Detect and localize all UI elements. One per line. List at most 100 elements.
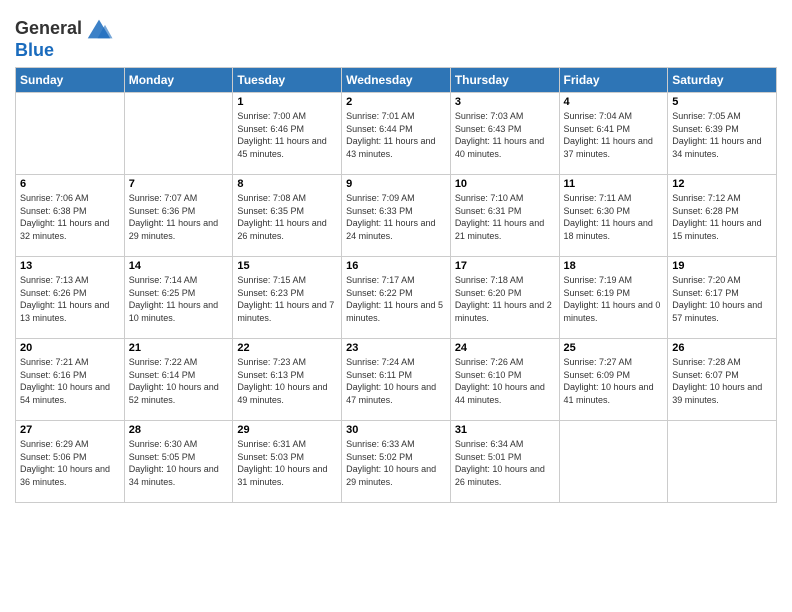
day-info: Sunrise: 7:12 AM Sunset: 6:28 PM Dayligh…	[672, 192, 772, 242]
day-info: Sunrise: 7:04 AM Sunset: 6:41 PM Dayligh…	[564, 110, 664, 160]
day-info: Sunrise: 7:06 AM Sunset: 6:38 PM Dayligh…	[20, 192, 120, 242]
day-number: 5	[672, 96, 772, 108]
header: General Blue	[15, 10, 777, 61]
day-cell	[124, 93, 233, 175]
day-number: 26	[672, 342, 772, 354]
day-info: Sunrise: 7:07 AM Sunset: 6:36 PM Dayligh…	[129, 192, 229, 242]
day-info: Sunrise: 7:13 AM Sunset: 6:26 PM Dayligh…	[20, 274, 120, 324]
day-cell: 27Sunrise: 6:29 AM Sunset: 5:06 PM Dayli…	[16, 421, 125, 503]
day-cell: 13 Sunrise: 7:13 AM Sunset: 6:26 PM Dayli…	[16, 257, 125, 339]
header-row: SundayMondayTuesdayWednesdayThursdayFrid…	[16, 68, 777, 93]
day-cell: 11Sunrise: 7:11 AM Sunset: 6:30 PM Dayli…	[559, 175, 668, 257]
day-cell: 8Sunrise: 7:08 AM Sunset: 6:35 PM Daylig…	[233, 175, 342, 257]
day-cell: 30 Sunrise: 6:33 AM Sunset: 5:02 PM Dayli…	[342, 421, 451, 503]
day-number: 30	[346, 424, 446, 436]
day-number: 2	[346, 96, 446, 108]
week-row-2: 6 Sunrise: 7:06 AM Sunset: 6:38 PM Daylig…	[16, 175, 777, 257]
header-cell-wednesday: Wednesday	[342, 68, 451, 93]
day-cell: 19 Sunrise: 7:20 AM Sunset: 6:17 PM Dayli…	[668, 257, 777, 339]
day-number: 25	[564, 342, 664, 354]
day-cell: 24Sunrise: 7:26 AM Sunset: 6:10 PM Dayli…	[450, 339, 559, 421]
day-cell: 9 Sunrise: 7:09 AM Sunset: 6:33 PM Daylig…	[342, 175, 451, 257]
day-info: Sunrise: 7:20 AM Sunset: 6:17 PM Dayligh…	[672, 274, 772, 324]
logo-text-general: General	[15, 19, 82, 39]
day-info: Sunrise: 6:31 AM Sunset: 5:03 PM Dayligh…	[237, 438, 337, 488]
day-info: Sunrise: 7:24 AM Sunset: 6:11 PM Dayligh…	[346, 356, 446, 406]
day-number: 18	[564, 260, 664, 272]
day-number: 1	[237, 96, 337, 108]
day-number: 17	[455, 260, 555, 272]
day-info: Sunrise: 7:15 AM Sunset: 6:23 PM Dayligh…	[237, 274, 337, 324]
day-number: 28	[129, 424, 229, 436]
day-info: Sunrise: 7:28 AM Sunset: 6:07 PM Dayligh…	[672, 356, 772, 406]
day-number: 10	[455, 178, 555, 190]
calendar-table: SundayMondayTuesdayWednesdayThursdayFrid…	[15, 67, 777, 503]
day-number: 15	[237, 260, 337, 272]
day-info: Sunrise: 7:03 AM Sunset: 6:43 PM Dayligh…	[455, 110, 555, 160]
day-cell: 28 Sunrise: 6:30 AM Sunset: 5:05 PM Dayli…	[124, 421, 233, 503]
day-cell: 26 Sunrise: 7:28 AM Sunset: 6:07 PM Dayli…	[668, 339, 777, 421]
day-info: Sunrise: 6:33 AM Sunset: 5:02 PM Dayligh…	[346, 438, 446, 488]
header-cell-thursday: Thursday	[450, 68, 559, 93]
day-cell: 1 Sunrise: 7:00 AM Sunset: 6:46 PM Daylig…	[233, 93, 342, 175]
day-info: Sunrise: 7:10 AM Sunset: 6:31 PM Dayligh…	[455, 192, 555, 242]
day-info: Sunrise: 7:01 AM Sunset: 6:44 PM Dayligh…	[346, 110, 446, 160]
day-cell: 22 Sunrise: 7:23 AM Sunset: 6:13 PM Dayli…	[233, 339, 342, 421]
day-cell: 3 Sunrise: 7:03 AM Sunset: 6:43 PM Daylig…	[450, 93, 559, 175]
day-number: 13	[20, 260, 120, 272]
day-number: 21	[129, 342, 229, 354]
header-cell-friday: Friday	[559, 68, 668, 93]
week-row-5: 27Sunrise: 6:29 AM Sunset: 5:06 PM Dayli…	[16, 421, 777, 503]
day-info: Sunrise: 7:05 AM Sunset: 6:39 PM Dayligh…	[672, 110, 772, 160]
week-row-1: 1 Sunrise: 7:00 AM Sunset: 6:46 PM Daylig…	[16, 93, 777, 175]
day-number: 19	[672, 260, 772, 272]
day-number: 3	[455, 96, 555, 108]
day-info: Sunrise: 7:23 AM Sunset: 6:13 PM Dayligh…	[237, 356, 337, 406]
day-number: 16	[346, 260, 446, 272]
day-number: 22	[237, 342, 337, 354]
day-cell: 4 Sunrise: 7:04 AM Sunset: 6:41 PM Daylig…	[559, 93, 668, 175]
logo-icon	[84, 14, 114, 44]
header-cell-monday: Monday	[124, 68, 233, 93]
day-info: Sunrise: 7:21 AM Sunset: 6:16 PM Dayligh…	[20, 356, 120, 406]
day-info: Sunrise: 7:27 AM Sunset: 6:09 PM Dayligh…	[564, 356, 664, 406]
day-cell	[668, 421, 777, 503]
day-cell: 25 Sunrise: 7:27 AM Sunset: 6:09 PM Dayli…	[559, 339, 668, 421]
day-number: 9	[346, 178, 446, 190]
week-row-4: 20Sunrise: 7:21 AM Sunset: 6:16 PM Dayli…	[16, 339, 777, 421]
day-info: Sunrise: 7:14 AM Sunset: 6:25 PM Dayligh…	[129, 274, 229, 324]
day-cell: 17Sunrise: 7:18 AM Sunset: 6:20 PM Dayli…	[450, 257, 559, 339]
day-cell: 15 Sunrise: 7:15 AM Sunset: 6:23 PM Dayli…	[233, 257, 342, 339]
day-number: 14	[129, 260, 229, 272]
day-cell	[559, 421, 668, 503]
day-number: 24	[455, 342, 555, 354]
day-cell: 6 Sunrise: 7:06 AM Sunset: 6:38 PM Daylig…	[16, 175, 125, 257]
logo: General Blue	[15, 14, 114, 61]
header-cell-sunday: Sunday	[16, 68, 125, 93]
day-cell: 10 Sunrise: 7:10 AM Sunset: 6:31 PM Dayli…	[450, 175, 559, 257]
day-cell: 5 Sunrise: 7:05 AM Sunset: 6:39 PM Daylig…	[668, 93, 777, 175]
day-number: 11	[564, 178, 664, 190]
day-info: Sunrise: 7:17 AM Sunset: 6:22 PM Dayligh…	[346, 274, 446, 324]
day-number: 4	[564, 96, 664, 108]
day-info: Sunrise: 7:00 AM Sunset: 6:46 PM Dayligh…	[237, 110, 337, 160]
day-info: Sunrise: 7:09 AM Sunset: 6:33 PM Dayligh…	[346, 192, 446, 242]
day-number: 29	[237, 424, 337, 436]
day-info: Sunrise: 6:29 AM Sunset: 5:06 PM Dayligh…	[20, 438, 120, 488]
day-info: Sunrise: 6:34 AM Sunset: 5:01 PM Dayligh…	[455, 438, 555, 488]
day-info: Sunrise: 7:22 AM Sunset: 6:14 PM Dayligh…	[129, 356, 229, 406]
day-number: 12	[672, 178, 772, 190]
day-number: 6	[20, 178, 120, 190]
day-cell: 29 Sunrise: 6:31 AM Sunset: 5:03 PM Dayli…	[233, 421, 342, 503]
week-row-3: 13 Sunrise: 7:13 AM Sunset: 6:26 PM Dayli…	[16, 257, 777, 339]
day-cell: 2 Sunrise: 7:01 AM Sunset: 6:44 PM Daylig…	[342, 93, 451, 175]
day-cell: 12 Sunrise: 7:12 AM Sunset: 6:28 PM Dayli…	[668, 175, 777, 257]
page: General Blue SundayMondayTuesdayWednesda…	[0, 0, 792, 612]
header-cell-tuesday: Tuesday	[233, 68, 342, 93]
day-info: Sunrise: 6:30 AM Sunset: 5:05 PM Dayligh…	[129, 438, 229, 488]
day-number: 7	[129, 178, 229, 190]
day-cell: 31Sunrise: 6:34 AM Sunset: 5:01 PM Dayli…	[450, 421, 559, 503]
day-info: Sunrise: 7:19 AM Sunset: 6:19 PM Dayligh…	[564, 274, 664, 324]
day-cell: 21 Sunrise: 7:22 AM Sunset: 6:14 PM Dayli…	[124, 339, 233, 421]
day-cell: 14 Sunrise: 7:14 AM Sunset: 6:25 PM Dayli…	[124, 257, 233, 339]
